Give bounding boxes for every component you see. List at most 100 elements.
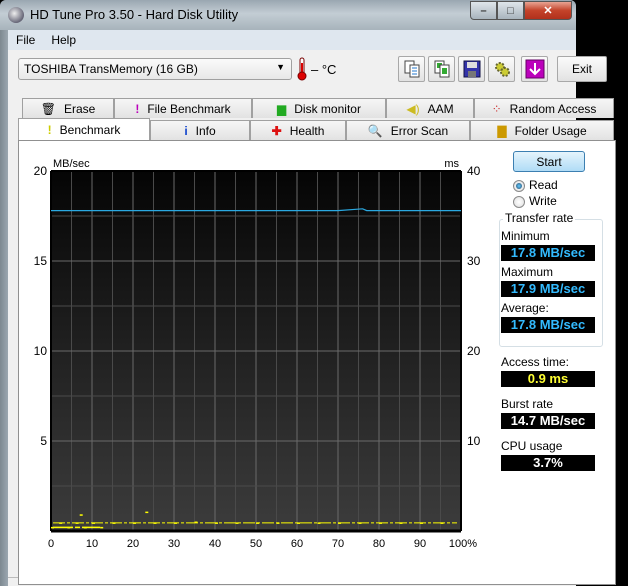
- temperature-readout: – °C: [311, 62, 337, 77]
- start-button[interactable]: Start: [513, 151, 585, 172]
- benchmark-icon: !: [47, 122, 52, 137]
- average-label: Average:: [501, 301, 549, 315]
- access-time-value: 0.9 ms: [501, 371, 595, 387]
- y-axis-label: MB/sec: [53, 158, 90, 170]
- tab-health-label: Health: [289, 123, 325, 138]
- options-icon: [494, 62, 510, 77]
- title-bar[interactable]: HD Tune Pro 3.50 - Hard Disk Utility – □…: [0, 0, 576, 30]
- access-time-point: [79, 514, 83, 516]
- tab-file-benchmark[interactable]: ! File Benchmark: [114, 98, 252, 118]
- random-access-icon: ⁘: [491, 101, 502, 116]
- x-tick-label: 20: [127, 538, 139, 550]
- minimize-button[interactable]: –: [470, 1, 497, 20]
- burst-rate-value: 14.7 MB/sec: [501, 413, 595, 429]
- tab-disk-monitor[interactable]: ▆ Disk monitor: [252, 98, 386, 118]
- file-benchmark-icon: !: [135, 101, 140, 116]
- read-radio[interactable]: [513, 180, 525, 192]
- tab-error-scan-label: Error Scan: [390, 123, 449, 138]
- close-button[interactable]: ✕: [524, 1, 572, 20]
- thermometer-icon: [297, 57, 307, 81]
- y2-tick-label: 10: [467, 434, 481, 448]
- options-button[interactable]: [488, 56, 515, 82]
- write-radio[interactable]: [513, 196, 525, 208]
- y2-tick-label: 20: [467, 344, 481, 358]
- minimum-value: 17.8 MB/sec: [501, 245, 595, 261]
- tab-aam-label: AAM: [427, 101, 454, 116]
- x-tick-label: 80: [373, 538, 385, 550]
- client-area: File Help TOSHIBA TransMemory (16 GB) ▼ …: [8, 30, 616, 586]
- tab-erase-label: Erase: [63, 101, 96, 116]
- x-tick-label: 70: [332, 538, 344, 550]
- tab-file-benchmark-label: File Benchmark: [147, 101, 231, 116]
- copy-screenshot-button[interactable]: [428, 56, 455, 82]
- window-title: HD Tune Pro 3.50 - Hard Disk Utility: [30, 7, 239, 22]
- x-tick-label: 40: [209, 538, 221, 550]
- drive-select-value: TOSHIBA TransMemory (16 GB): [24, 62, 198, 76]
- y-tick-label: 15: [34, 254, 48, 268]
- copy-text-button[interactable]: [398, 56, 425, 82]
- tab-benchmark[interactable]: ! Benchmark: [18, 118, 150, 140]
- read-label: Read: [529, 178, 558, 192]
- copy-text-icon: [404, 60, 419, 78]
- y-tick-label: 10: [34, 344, 48, 358]
- save-icon: [463, 60, 480, 78]
- x-tick-label: 90: [414, 538, 426, 550]
- tab-folder-usage[interactable]: ▇ Folder Usage: [470, 120, 614, 140]
- benchmark-panel: 0 10 20 30 40 50 60 70 80 90 100% 5 10 15 20 10 20 30 40 MB…: [18, 140, 616, 585]
- exit-label: Exit: [571, 62, 592, 76]
- chevron-down-icon: ▼: [276, 62, 285, 72]
- tab-health[interactable]: ✚ Health: [250, 120, 346, 140]
- tab-info[interactable]: i Info: [150, 120, 250, 140]
- x-tick-label: 50: [250, 538, 262, 550]
- tab-random-access[interactable]: ⁘ Random Access: [474, 98, 614, 118]
- menu-file[interactable]: File: [8, 33, 43, 47]
- tab-info-label: Info: [195, 123, 216, 138]
- download-icon: [525, 59, 544, 79]
- magnifier-icon: 🔍: [367, 123, 383, 138]
- folder-icon: ▇: [497, 123, 507, 138]
- trash-icon: 🗑: [40, 101, 56, 116]
- y2-tick-label: 30: [467, 254, 481, 268]
- drive-select[interactable]: TOSHIBA TransMemory (16 GB) ▼: [18, 58, 292, 80]
- benchmark-chart: 0 10 20 30 40 50 60 70 80 90 100% 5 10 15 20 10 20 30 40 MB…: [34, 158, 481, 550]
- x-tick-label: 100%: [449, 538, 477, 550]
- app-window: HD Tune Pro 3.50 - Hard Disk Utility – □…: [0, 0, 616, 586]
- disk-monitor-icon: ▆: [277, 101, 287, 116]
- toolbar: TOSHIBA TransMemory (16 GB) ▼ – °C Exit: [8, 50, 607, 92]
- tab-disk-monitor-label: Disk monitor: [294, 101, 361, 116]
- y2-tick-label: 40: [467, 164, 481, 178]
- info-icon: i: [184, 123, 188, 138]
- cpu-usage-value: 3.7%: [501, 455, 595, 471]
- tab-folder-usage-label: Folder Usage: [514, 123, 587, 138]
- menu-help[interactable]: Help: [43, 33, 84, 47]
- tab-benchmark-label: Benchmark: [59, 122, 121, 137]
- tab-erase[interactable]: 🗑 Erase: [22, 98, 114, 118]
- app-icon: [8, 7, 24, 23]
- tab-random-access-label: Random Access: [509, 101, 597, 116]
- transfer-rate-title: Transfer rate: [503, 211, 576, 225]
- exit-button[interactable]: Exit: [557, 56, 607, 82]
- tab-aam[interactable]: ◀) AAM: [386, 98, 474, 118]
- access-time-label: Access time:: [501, 355, 570, 369]
- copy-screenshot-icon: [434, 60, 449, 78]
- download-button[interactable]: [521, 56, 548, 82]
- minimum-label: Minimum: [501, 229, 550, 243]
- maximize-button[interactable]: □: [497, 1, 524, 20]
- x-tick-label: 10: [86, 538, 98, 550]
- y-tick-label: 20: [34, 164, 48, 178]
- access-time-point: [100, 526, 104, 529]
- access-time-point: [145, 511, 149, 514]
- y2-axis-label: ms: [444, 158, 459, 170]
- cpu-usage-label: CPU usage: [501, 439, 563, 453]
- burst-rate-label: Burst rate: [501, 397, 554, 411]
- maximum-value: 17.9 MB/sec: [501, 281, 595, 297]
- write-label: Write: [529, 194, 557, 208]
- tab-control: 🗑 Erase ! File Benchmark ▆ Disk monitor ◀) A…: [8, 92, 616, 586]
- start-label: Start: [536, 154, 562, 169]
- maximum-label: Maximum: [501, 265, 554, 279]
- save-button[interactable]: [458, 56, 485, 82]
- menu-bar: File Help: [8, 30, 576, 50]
- tab-error-scan[interactable]: 🔍 Error Scan: [346, 120, 470, 140]
- x-tick-label: 60: [291, 538, 303, 550]
- x-tick-label: 30: [168, 538, 180, 550]
